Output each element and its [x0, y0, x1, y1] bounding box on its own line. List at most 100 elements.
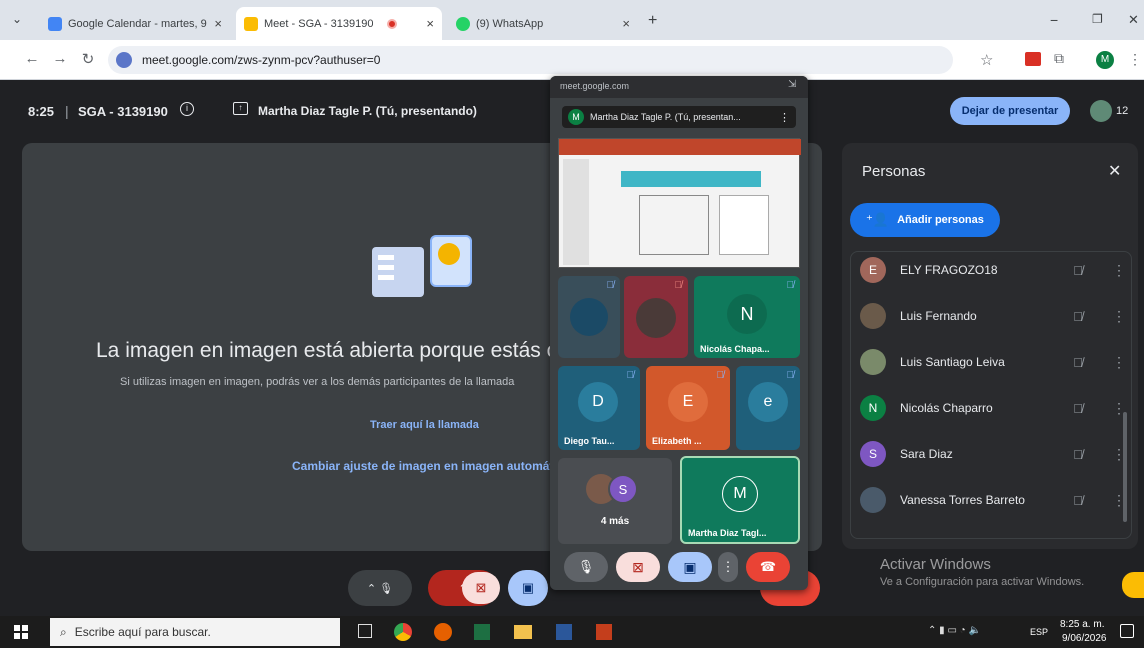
tab-close-icon[interactable]: ×: [426, 16, 434, 31]
clock-date[interactable]: 9/06/2026: [1062, 633, 1107, 644]
participant-name: ELY FRAGOZO18: [900, 263, 998, 277]
participant-row[interactable]: S Sara Diaz 🎙̸ ⋮: [860, 431, 1126, 477]
pip-more-options-button[interactable]: ⋮: [718, 552, 738, 582]
audio-options-button[interactable]: ⌃ 🎙: [348, 570, 412, 606]
reload-icon[interactable]: ↻: [78, 50, 98, 68]
pip-back-to-tab-icon[interactable]: ⇲: [788, 79, 796, 90]
more-options-icon[interactable]: ⋮: [1112, 354, 1126, 371]
profile-avatar[interactable]: M: [1096, 51, 1114, 69]
tab-meet[interactable]: Meet - SGA - 3139190 ×: [236, 7, 442, 40]
tab-close-icon[interactable]: ×: [214, 16, 222, 31]
stop-presenting-button[interactable]: Dejar de presentar: [950, 97, 1070, 125]
pip-end-call-button[interactable]: ☎: [746, 552, 790, 582]
participant-row[interactable]: Vanessa Torres Barreto 🎙̸ ⋮: [860, 477, 1126, 523]
extension-icon[interactable]: [1025, 52, 1041, 66]
avatar: [570, 298, 608, 336]
avatar: [860, 303, 886, 329]
tab-whatsapp[interactable]: (9) WhatsApp ×: [448, 7, 638, 40]
more-options-icon[interactable]: ⋮: [1112, 492, 1126, 509]
mic-off-icon: 🎙̸: [1073, 492, 1083, 508]
windows-taskbar: ⌕ Escribe aquí para buscar. ⌃ ▮ ▭ ◔ 🔈 ES…: [0, 616, 1144, 648]
file-explorer-taskbar-icon[interactable]: [514, 625, 532, 639]
pip-illustration-icon: [372, 235, 476, 305]
pip-present-button[interactable]: ▣: [668, 552, 712, 582]
close-window-button[interactable]: ✕: [1128, 12, 1139, 28]
change-pip-setting-link[interactable]: Cambiar ajuste de imagen en imagen autom…: [292, 459, 592, 473]
powerpoint-taskbar-icon[interactable]: [596, 624, 612, 640]
firefox-taskbar-icon[interactable]: [434, 623, 452, 641]
self-tile[interactable]: M Martha Diaz Tagl...: [680, 456, 800, 544]
reactions-button[interactable]: [1122, 572, 1144, 598]
participants-button[interactable]: 12: [1090, 97, 1136, 125]
taskbar-search-box[interactable]: ⌕ Escribe aquí para buscar.: [50, 618, 340, 646]
participant-name: Luis Santiago Leiva: [900, 355, 1005, 369]
star-icon[interactable]: ☆: [980, 51, 993, 69]
tile-name: Diego Tau...: [564, 436, 615, 446]
participant-name: Nicolás Chaparro: [900, 401, 993, 415]
notifications-icon[interactable]: [1120, 624, 1134, 638]
participant-tile[interactable]: E 🎙̸ Elizabeth ...: [646, 366, 730, 450]
site-info-icon[interactable]: [116, 52, 132, 68]
camera-off-icon[interactable]: ⊠: [462, 572, 500, 604]
more-options-icon[interactable]: ⋮: [779, 111, 790, 124]
participant-row[interactable]: Luis Santiago Leiva 🎙̸ ⋮: [860, 339, 1126, 385]
omnibox[interactable]: meet.google.com/zws-zynm-pcv?authuser=0: [108, 46, 953, 74]
present-button[interactable]: ▣: [508, 570, 548, 606]
avatar: N: [860, 395, 886, 421]
tab-google-calendar[interactable]: Google Calendar - martes, 9 de ×: [40, 7, 230, 40]
mic-off-icon: 🎙̸: [1073, 400, 1083, 416]
tray-icons[interactable]: ⌃ ▮ ▭ ◔ 🔈: [928, 625, 981, 636]
more-options-icon[interactable]: ⋮: [1112, 446, 1126, 463]
tab-close-icon[interactable]: ×: [622, 16, 630, 31]
restore-button[interactable]: ❐: [1092, 12, 1103, 26]
pip-mic-button[interactable]: 🎙: [564, 552, 608, 582]
participant-tile[interactable]: e 🎙̸: [736, 366, 800, 450]
avatar: [636, 298, 676, 338]
shared-screen-preview: [558, 138, 801, 268]
chrome-taskbar-icon[interactable]: [394, 623, 412, 641]
pip-presenter-chip[interactable]: M Martha Diaz Tagle P. (Tú, presentan...…: [562, 106, 796, 128]
start-button[interactable]: [14, 625, 28, 639]
close-panel-button[interactable]: ✕: [1108, 161, 1121, 181]
clock-time[interactable]: 8:25 a. m.: [1060, 619, 1104, 630]
whatsapp-icon: [456, 16, 470, 31]
minimize-button[interactable]: −: [1050, 12, 1058, 28]
more-options-icon[interactable]: ⋮: [1112, 400, 1126, 417]
avatar: M: [722, 476, 758, 512]
mic-off-icon: 🎙̸: [606, 280, 615, 291]
bring-call-here-link[interactable]: Traer aquí la llamada: [370, 419, 479, 431]
word-taskbar-icon[interactable]: [556, 624, 572, 640]
meeting-code: SGA - 3139190: [78, 104, 168, 119]
participant-tile[interactable]: 🎙̸: [558, 276, 620, 358]
back-icon[interactable]: ←: [22, 50, 42, 67]
add-people-button[interactable]: ⁺👤 Añadir personas: [850, 203, 1000, 237]
participant-tile[interactable]: 🎙̸: [624, 276, 688, 358]
participants-avatars-icon: [1090, 100, 1112, 122]
more-options-icon[interactable]: ⋮: [1112, 262, 1126, 279]
url-text: meet.google.com/zws-zynm-pcv?authuser=0: [142, 53, 381, 67]
people-panel-title: Personas: [862, 163, 926, 180]
excel-taskbar-icon[interactable]: [474, 624, 490, 640]
participant-tile[interactable]: N 🎙̸ Nicolás Chapa...: [694, 276, 800, 358]
mic-off-icon: 🎙̸: [786, 280, 795, 291]
pip-camera-off-button[interactable]: ⊠: [616, 552, 660, 582]
meeting-info-icon[interactable]: i: [180, 102, 194, 116]
browser-menu-icon[interactable]: ⋮: [1128, 51, 1142, 68]
participant-row[interactable]: N Nicolás Chaparro 🎙̸ ⋮: [860, 385, 1126, 431]
new-tab-button[interactable]: +: [648, 12, 657, 30]
language-indicator[interactable]: ESP: [1030, 627, 1048, 637]
participant-tile[interactable]: D 🎙̸ Diego Tau...: [558, 366, 640, 450]
task-view-icon[interactable]: [358, 624, 372, 638]
participant-row[interactable]: Luis Fernando 🎙̸ ⋮: [860, 293, 1126, 339]
extensions-puzzle-icon[interactable]: ⧉: [1054, 50, 1064, 67]
participant-count: 12: [1116, 105, 1129, 117]
calendar-icon: [48, 16, 62, 31]
more-options-icon[interactable]: ⋮: [1112, 308, 1126, 325]
pip-titlebar[interactable]: meet.google.com ⇲: [550, 76, 808, 98]
participant-name: Luis Fernando: [900, 309, 977, 323]
pip-window[interactable]: meet.google.com ⇲ M Martha Diaz Tagle P.…: [550, 76, 808, 590]
participant-row[interactable]: E ELY FRAGOZO18 🎙̸ ⋮: [860, 247, 1126, 293]
tab-search-button[interactable]: ⌄: [8, 12, 26, 30]
more-participants-tile[interactable]: S 4 más: [558, 458, 672, 544]
forward-icon[interactable]: →: [50, 50, 70, 67]
